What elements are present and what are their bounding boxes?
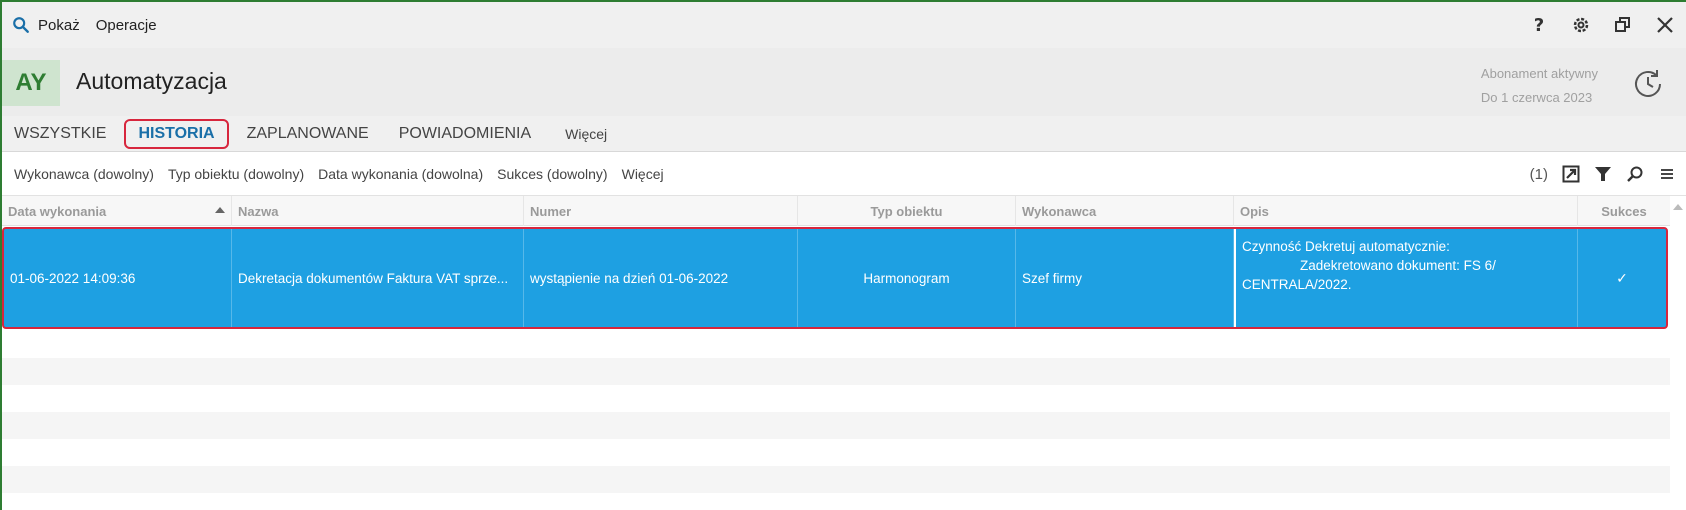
vertical-scrollbar[interactable] [1670, 196, 1686, 510]
column-header-wykonawca[interactable]: Wykonawca [1016, 196, 1234, 226]
history-table: Data wykonania Nazwa Numer Typ obiektu W… [2, 196, 1670, 510]
svg-text:?: ? [1534, 15, 1544, 35]
column-header-label: Sukces [1601, 203, 1647, 219]
filter-data-wykonania[interactable]: Data wykonania (dowolna) [318, 166, 483, 182]
menu-operations[interactable]: Operacje [96, 17, 157, 34]
cell-opis: Czynność Dekretuj automatycznie: Zadekre… [1234, 229, 1578, 327]
filter-icon[interactable] [1594, 165, 1612, 183]
cell-wykonawca: Szef firmy [1016, 229, 1234, 327]
cell-numer: wystąpienie na dzień 01-06-2022 [524, 229, 798, 327]
sort-ascending-icon [215, 207, 225, 213]
filter-more[interactable]: Więcej [622, 166, 664, 182]
column-header-label: Opis [1240, 203, 1269, 219]
empty-row [2, 358, 1670, 385]
column-header-sukces[interactable]: Sukces [1578, 196, 1670, 226]
filter-tools: (1) [1530, 152, 1676, 196]
opis-line: Zadekretowano dokument: FS 6/ [1300, 258, 1496, 273]
tab-historia[interactable]: HISTORIA [124, 118, 229, 149]
opis-text: Czynność Dekretuj automatycznie: Zadekre… [1242, 237, 1496, 294]
tab-powiadomienia[interactable]: POWIADOMIENIA [387, 119, 543, 149]
table-row[interactable]: 01-06-2022 14:09:36 Dekretacja dokumentó… [2, 227, 1668, 329]
tab-wszystkie[interactable]: WSZYSTKIE [2, 119, 118, 149]
column-header-label: Nazwa [238, 203, 279, 219]
scroll-up-icon[interactable] [1673, 204, 1683, 210]
restore-window-icon[interactable] [1612, 14, 1634, 36]
subscription-status: Abonament aktywny Do 1 czerwca 2023 [1481, 62, 1598, 110]
column-header-label: Wykonawca [1022, 203, 1097, 219]
column-header-typ-obiektu[interactable]: Typ obiektu [798, 196, 1016, 226]
empty-row [2, 412, 1670, 439]
cell-typ-obiektu: Harmonogram [798, 229, 1016, 327]
active-filter-count: (1) [1529, 165, 1548, 183]
filter-sukces[interactable]: Sukces (dowolny) [497, 166, 608, 182]
gear-icon[interactable] [1570, 14, 1592, 36]
app-window: Pokaż Operacje ? AY Automatyzacja Abonam… [0, 0, 1686, 510]
cell-sukces-check-icon: ✓ [1616, 269, 1628, 286]
subscription-until-label: Do 1 czerwca 2023 [1480, 90, 1593, 105]
empty-row [2, 493, 1670, 510]
column-header-numer[interactable]: Numer [524, 196, 798, 226]
column-header-label: Numer [530, 203, 572, 219]
opis-line: Czynność Dekretuj automatycznie: [1242, 239, 1450, 254]
tab-bar: WSZYSTKIE HISTORIA ZAPLANOWANE POWIADOMI… [2, 116, 1686, 152]
column-header-data-wykonania[interactable]: Data wykonania [2, 196, 232, 226]
empty-row [2, 466, 1670, 493]
column-header-label: Data wykonania [8, 203, 107, 219]
module-header: AY Automatyzacja Abonament aktywny Do 1 … [2, 48, 1686, 116]
opis-line: CENTRALA/2022. [1242, 277, 1352, 292]
window-controls: ? [1528, 2, 1676, 48]
empty-row [2, 439, 1670, 466]
history-refresh-icon[interactable] [1630, 66, 1666, 102]
export-icon[interactable] [1562, 165, 1580, 183]
search-icon[interactable] [1626, 165, 1644, 183]
filter-wykonawca[interactable]: Wykonawca (dowolny) [14, 166, 154, 182]
table-header: Data wykonania Nazwa Numer Typ obiektu W… [2, 196, 1670, 226]
page-title: Automatyzacja [76, 68, 227, 94]
close-icon[interactable] [1654, 14, 1676, 36]
column-header-nazwa[interactable]: Nazwa [232, 196, 524, 226]
module-badge: AY [2, 60, 60, 106]
menu-icon[interactable] [1658, 165, 1676, 183]
menu-show[interactable]: Pokaż [38, 17, 80, 34]
search-icon[interactable] [12, 16, 30, 34]
top-menu-bar: Pokaż Operacje ? [2, 2, 1686, 48]
cell-nazwa: Dekretacja dokumentów Faktura VAT sprze.… [232, 229, 524, 327]
tab-more[interactable]: Więcej [553, 119, 619, 149]
empty-row [2, 331, 1670, 358]
column-header-label: Typ obiektu [870, 203, 943, 219]
help-icon[interactable]: ? [1528, 14, 1550, 36]
cell-data-wykonania: 01-06-2022 14:09:36 [4, 229, 232, 327]
column-header-opis[interactable]: Opis [1234, 196, 1578, 226]
filter-typ-obiektu[interactable]: Typ obiektu (dowolny) [168, 166, 304, 182]
filter-bar: Wykonawca (dowolny) Typ obiektu (dowolny… [2, 152, 1686, 196]
subscription-status-label: Abonament aktywny [1480, 66, 1598, 81]
empty-row [2, 385, 1670, 412]
tab-zaplanowane[interactable]: ZAPLANOWANE [235, 119, 381, 149]
